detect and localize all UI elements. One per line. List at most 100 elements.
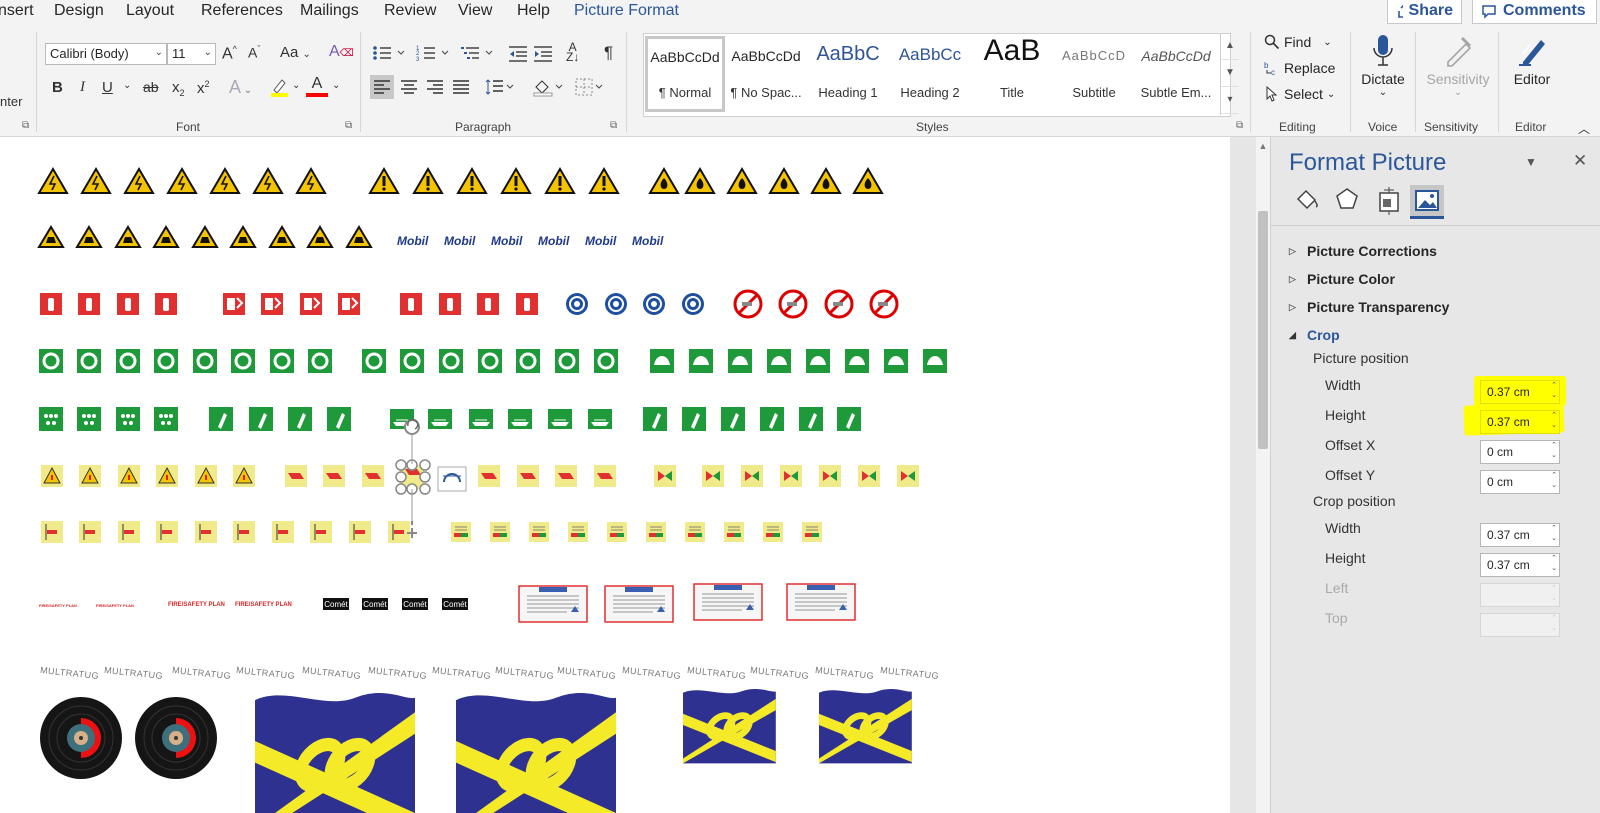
share-button[interactable]: Share <box>1387 0 1462 24</box>
style-no-spacing[interactable]: AaBbCcDd ¶ No Spac... <box>726 36 806 112</box>
dictate-button[interactable]: Dictate ⌄ <box>1358 34 1408 98</box>
bold-button[interactable]: B <box>52 79 63 96</box>
sensitivity-button[interactable]: Sensitivity ⌄ <box>1420 34 1496 98</box>
picture-height-field[interactable]: 0.37 cm ⌃ ⌄ <box>1480 410 1560 434</box>
font-color-button[interactable]: A <box>306 76 328 97</box>
mobil-logo[interactable]: Mobil <box>538 234 569 248</box>
picture-transparency-section[interactable]: ▷ Picture Transparency <box>1289 299 1449 315</box>
align-right-icon[interactable] <box>426 79 444 95</box>
replace-button[interactable]: bc Replace <box>1264 60 1335 76</box>
picture-color-section[interactable]: ▷ Picture Color <box>1289 271 1395 287</box>
fire-plan-label[interactable]: FIRE/SAFETY PLAN <box>168 602 225 608</box>
pane-options-icon[interactable]: ▼ <box>1525 155 1537 169</box>
style-heading-2[interactable]: AaBbCc Heading 2 <box>890 36 970 112</box>
scroll-up-icon[interactable]: ▲ <box>1256 141 1270 151</box>
fire-plan-label[interactable]: FIRE/SAFETY PLAN <box>235 602 292 608</box>
font-launcher-icon[interactable]: ⧉ <box>345 120 352 131</box>
decrease-indent-icon[interactable] <box>508 45 528 63</box>
spinner-icon[interactable]: ⌃ ⌄ <box>1551 524 1557 544</box>
subscript-button[interactable]: x2 <box>172 79 185 98</box>
gallery-up-icon[interactable]: ▲ <box>1221 33 1239 60</box>
crop-height-field[interactable]: 0.37 cm ⌃ ⌄ <box>1480 553 1560 577</box>
line-spacing-icon[interactable] <box>484 78 518 96</box>
bullets-icon[interactable] <box>372 44 412 62</box>
close-icon[interactable]: ✕ <box>1573 151 1587 171</box>
picture-corrections-section[interactable]: ▷ Picture Corrections <box>1289 243 1437 259</box>
font-name-combo[interactable]: Calibri (Body) ⌄ <box>45 43 167 65</box>
scroll-thumb[interactable] <box>1258 211 1268 449</box>
chevron-down-icon[interactable]: ⌄ <box>332 80 340 91</box>
style-normal[interactable]: AaBbCcDd ¶ Normal <box>645 36 725 112</box>
mobil-logo[interactable]: Mobil <box>444 234 475 248</box>
document-canvas[interactable]: Comét <box>0 137 1230 813</box>
numbering-icon[interactable]: 123 <box>416 44 456 62</box>
highlight-button[interactable] <box>268 76 290 102</box>
align-center-icon[interactable] <box>400 79 418 95</box>
mobil-logo[interactable]: Mobil <box>632 234 663 248</box>
gallery-down-icon[interactable]: ▼ <box>1221 60 1239 87</box>
comments-button[interactable]: Comments <box>1472 0 1597 24</box>
text-effects-button[interactable]: A ⌄ <box>229 77 252 98</box>
spinner-icon[interactable]: ⌃ ⌄ <box>1551 381 1557 401</box>
increase-indent-icon[interactable] <box>533 45 553 63</box>
shrink-font-button[interactable]: Aˇ <box>248 44 260 61</box>
select-button[interactable]: Select ⌄ <box>1264 86 1335 102</box>
styles-launcher-icon[interactable]: ⧉ <box>1236 120 1243 131</box>
tab-references[interactable]: References <box>201 2 283 20</box>
offset-x-field[interactable]: 0 cm ⌃ ⌄ <box>1480 440 1560 464</box>
crop-section[interactable]: ◢ Crop <box>1289 327 1340 343</box>
justify-icon[interactable] <box>452 79 470 95</box>
crop-width-field[interactable]: 0.37 cm ⌃ ⌄ <box>1480 523 1560 547</box>
fire-plan-label[interactable]: FIRE/SAFETY PLAN <box>39 603 77 608</box>
chevron-down-icon[interactable]: ⌄ <box>123 80 131 91</box>
superscript-button[interactable]: x2 <box>197 79 210 97</box>
sort-icon[interactable]: A Z↓ <box>566 41 579 63</box>
style-title[interactable]: AaB Title <box>972 34 1052 112</box>
style-subtitle[interactable]: AaBbCcD Subtitle <box>1054 36 1134 112</box>
change-case-button[interactable]: Aa ⌄ <box>280 44 311 61</box>
italic-button[interactable]: I <box>80 79 85 96</box>
align-left-button[interactable] <box>370 75 394 99</box>
shading-icon[interactable] <box>532 77 566 97</box>
fire-plan-label[interactable]: FIRE/SAFETY PLAN <box>96 603 134 608</box>
grow-font-button[interactable]: A^ <box>222 44 237 63</box>
spinner-icon[interactable]: ⌃ ⌄ <box>1551 554 1557 574</box>
show-formatting-icon[interactable]: ¶ <box>604 43 613 63</box>
spinner-icon[interactable]: ⌃ ⌄ <box>1551 471 1557 491</box>
paragraph-launcher-icon[interactable]: ⧉ <box>610 120 617 131</box>
tab-help[interactable]: Help <box>517 2 550 20</box>
clear-formatting-icon[interactable]: A⌫ <box>329 43 354 61</box>
tab-view[interactable]: View <box>458 2 492 20</box>
mobil-logo[interactable]: Mobil <box>585 234 616 248</box>
layout-properties-tab[interactable] <box>1372 185 1406 219</box>
style-subtle-emphasis[interactable]: AaBbCcDd Subtle Em... <box>1136 36 1216 112</box>
underline-button[interactable]: U <box>102 79 113 96</box>
spinner-icon[interactable]: ⌃ ⌄ <box>1551 411 1557 431</box>
vertical-scrollbar[interactable]: ▲ <box>1256 137 1270 813</box>
collapse-ribbon-icon[interactable]: ︿ <box>1578 120 1590 137</box>
tab-layout[interactable]: Layout <box>126 2 174 20</box>
tab-insert[interactable]: nsert <box>0 2 34 20</box>
clipboard-launcher-icon[interactable]: ⧉ <box>22 120 29 131</box>
offset-y-field[interactable]: 0 cm ⌃ ⌄ <box>1480 470 1560 494</box>
picture-width-field[interactable]: 0.37 cm ⌃ ⌄ <box>1480 380 1560 404</box>
find-button[interactable]: Find ⌄ <box>1264 34 1332 50</box>
fill-line-tab[interactable] <box>1290 185 1324 219</box>
font-size-combo[interactable]: 11 ⌄ <box>167 43 216 65</box>
tab-mailings[interactable]: Mailings <box>300 2 359 20</box>
style-heading-1[interactable]: AaBbC Heading 1 <box>808 36 888 112</box>
gallery-more-icon[interactable]: ▾ <box>1221 87 1239 114</box>
borders-icon[interactable] <box>574 77 608 97</box>
chevron-down-icon[interactable]: ⌄ <box>292 80 300 91</box>
multilevel-list-icon[interactable] <box>460 44 500 62</box>
picture-tab[interactable] <box>1410 185 1444 219</box>
spinner-icon[interactable]: ⌃ ⌄ <box>1551 441 1557 461</box>
mobil-logo[interactable]: Mobil <box>491 234 522 248</box>
tab-review[interactable]: Review <box>384 2 436 20</box>
editor-button[interactable]: Editor <box>1504 34 1560 87</box>
mobil-logo[interactable]: Mobil <box>397 234 428 248</box>
effects-tab[interactable] <box>1330 185 1364 219</box>
tab-design[interactable]: Design <box>54 2 104 20</box>
tab-picture-format[interactable]: Picture Format <box>574 2 679 20</box>
strikethrough-button[interactable]: ab <box>143 79 159 95</box>
